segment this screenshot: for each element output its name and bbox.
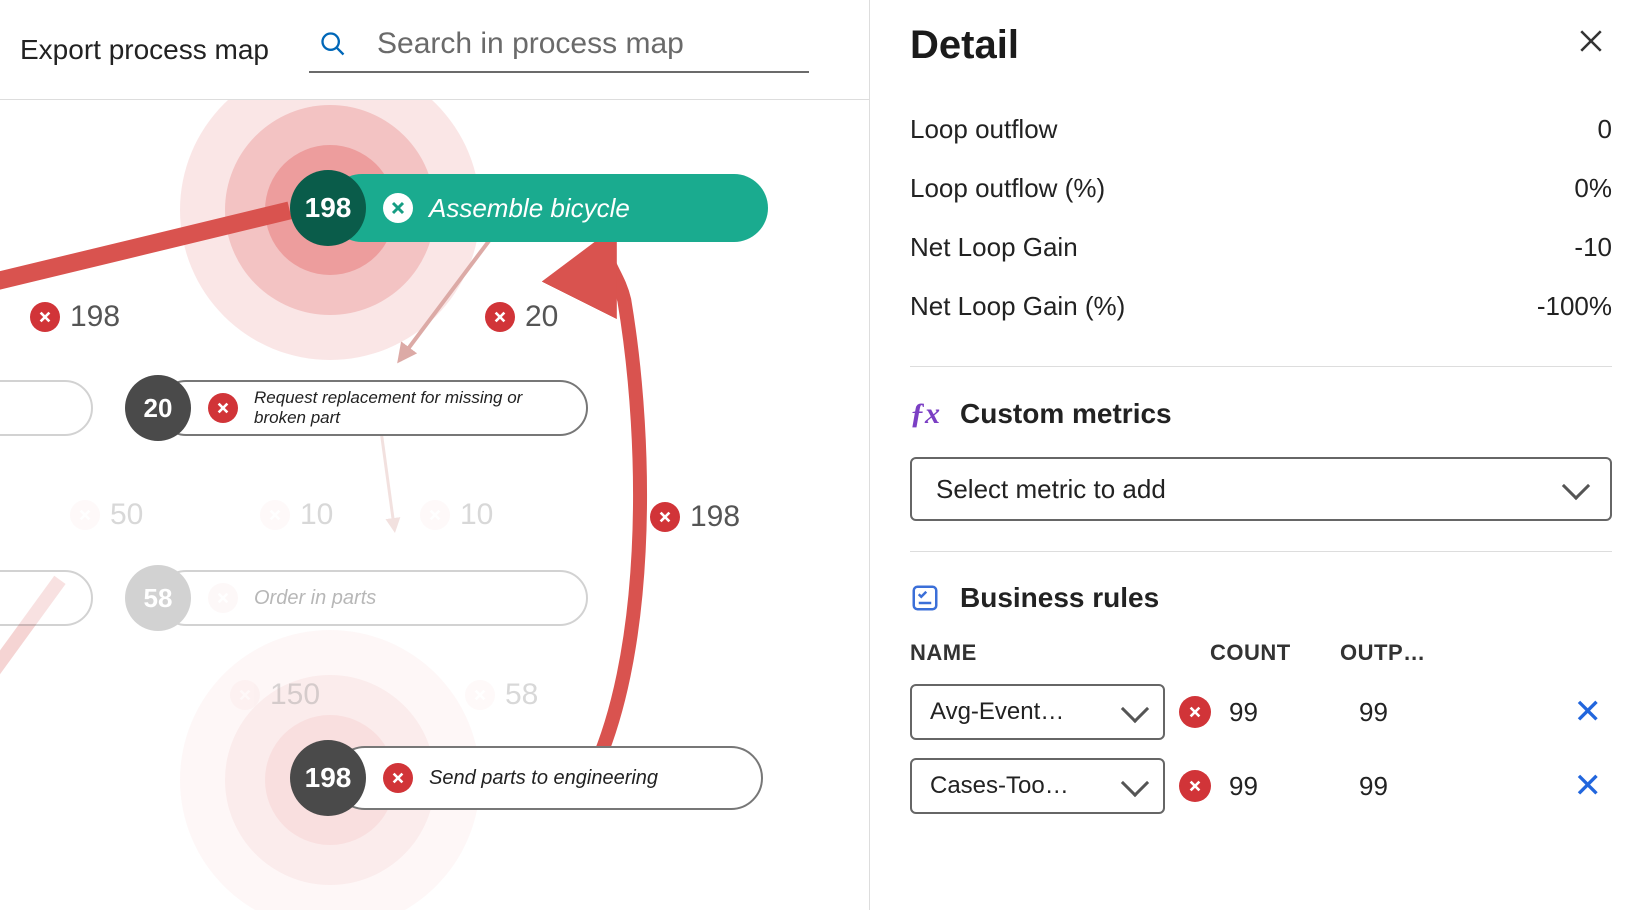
- rule-count: 99: [1229, 771, 1359, 802]
- edge-label-198b: 198: [650, 500, 740, 534]
- column-header-count: COUNT: [1210, 640, 1340, 666]
- close-panel-button[interactable]: [1570, 20, 1612, 70]
- rule-name: Avg-Event…: [930, 698, 1064, 726]
- close-circle-icon: [230, 680, 260, 710]
- close-circle-icon: [383, 193, 413, 223]
- process-map-canvas[interactable]: 198 Assemble bicycle 20 Request replacem…: [0, 100, 869, 910]
- panel-title: Detail: [910, 23, 1019, 68]
- metric-value: -10: [1574, 232, 1612, 263]
- edge-label-150: 150: [230, 678, 320, 712]
- section-title: Business rules: [960, 582, 1159, 614]
- close-circle-icon: [208, 583, 238, 613]
- export-process-map-link[interactable]: Export process map: [20, 34, 269, 66]
- activity-parts-partial[interactable]: arts: [0, 375, 93, 441]
- rule-select[interactable]: Cases-Too…: [910, 758, 1165, 814]
- search-input[interactable]: [377, 27, 809, 61]
- rule-count: 99: [1229, 697, 1359, 728]
- activity-label: Assemble bicycle: [429, 193, 630, 224]
- custom-metric-select[interactable]: Select metric to add: [910, 457, 1612, 521]
- activity-assemble-bicycle[interactable]: 198 Assemble bicycle: [290, 170, 768, 246]
- close-circle-icon: [30, 302, 60, 332]
- rule-output: 99: [1359, 697, 1564, 728]
- edge-label-10b: 10: [420, 498, 493, 532]
- metric-label: Loop outflow: [910, 114, 1057, 145]
- activity-label: Request replacement for missing or broke…: [254, 388, 546, 428]
- search-field[interactable]: [309, 27, 809, 73]
- close-circle-icon: [420, 500, 450, 530]
- chevron-down-icon: [1121, 695, 1149, 723]
- activity-label: Send parts to engineering: [429, 767, 658, 790]
- activity-count-badge: 198: [290, 170, 366, 246]
- table-row: Avg-Event… 99 99 ✕: [910, 684, 1612, 740]
- chevron-down-icon: [1121, 769, 1149, 797]
- metric-row: Loop outflow 0: [910, 100, 1612, 159]
- metric-label: Net Loop Gain: [910, 232, 1078, 263]
- metric-value: 0: [1598, 114, 1612, 145]
- activity-tory-partial[interactable]: tory: [0, 565, 93, 631]
- column-header-name: NAME: [910, 640, 1210, 666]
- delete-row-button[interactable]: ✕: [1564, 766, 1613, 806]
- metric-row: Loop outflow (%) 0%: [910, 159, 1612, 218]
- activity-count-badge: 198: [290, 740, 366, 816]
- close-circle-icon: [465, 680, 495, 710]
- rule-name: Cases-Too…: [930, 772, 1069, 800]
- metric-value: 0%: [1574, 173, 1612, 204]
- business-rules-table: NAME COUNT OUTP… Avg-Event… 99 99 ✕ Case…: [910, 640, 1612, 814]
- chevron-down-icon: [1562, 472, 1590, 500]
- checklist-icon: [910, 583, 940, 613]
- custom-metrics-section-header: ƒx Custom metrics: [910, 397, 1612, 431]
- table-row: Cases-Too… 99 99 ✕: [910, 758, 1612, 814]
- metric-row: Net Loop Gain (%) -100%: [910, 277, 1612, 336]
- close-circle-icon: [70, 500, 100, 530]
- detail-panel: Detail Loop outflow 0 Loop outflow (%) 0…: [870, 0, 1652, 910]
- close-circle-icon: [383, 763, 413, 793]
- delete-row-button[interactable]: ✕: [1564, 692, 1613, 732]
- close-circle-icon: [485, 302, 515, 332]
- rule-select[interactable]: Avg-Event…: [910, 684, 1165, 740]
- edge-label-20: 20: [485, 300, 558, 334]
- close-icon: [1578, 28, 1604, 54]
- remove-rule-button[interactable]: [1179, 770, 1211, 802]
- section-title: Custom metrics: [960, 398, 1172, 430]
- activity-order-parts[interactable]: 58 Order in parts: [125, 565, 588, 631]
- metric-row: Net Loop Gain -10: [910, 218, 1612, 277]
- activity-count-badge: 20: [125, 375, 191, 441]
- close-circle-icon: [208, 393, 238, 423]
- edge-label-58: 58: [465, 678, 538, 712]
- fx-icon: ƒx: [910, 397, 940, 431]
- close-circle-icon: [650, 502, 680, 532]
- activity-label: Order in parts: [254, 587, 376, 610]
- edge-label-10a: 10: [260, 498, 333, 532]
- remove-rule-button[interactable]: [1179, 696, 1211, 728]
- close-circle-icon: [260, 500, 290, 530]
- edge-label-50: 50: [70, 498, 143, 532]
- edge-label-198a: 198: [30, 300, 120, 334]
- search-icon: [319, 30, 347, 58]
- metric-label: Net Loop Gain (%): [910, 291, 1125, 322]
- rule-output: 99: [1359, 771, 1564, 802]
- select-placeholder: Select metric to add: [936, 474, 1166, 505]
- metric-label: Loop outflow (%): [910, 173, 1105, 204]
- column-header-output: OUTP…: [1340, 640, 1612, 666]
- metric-value: -100%: [1537, 291, 1612, 322]
- activity-request-replacement[interactable]: 20 Request replacement for missing or br…: [125, 375, 588, 441]
- business-rules-section-header: Business rules: [910, 582, 1612, 614]
- activity-count-badge: 58: [125, 565, 191, 631]
- activity-send-parts[interactable]: 198 Send parts to engineering: [290, 740, 763, 816]
